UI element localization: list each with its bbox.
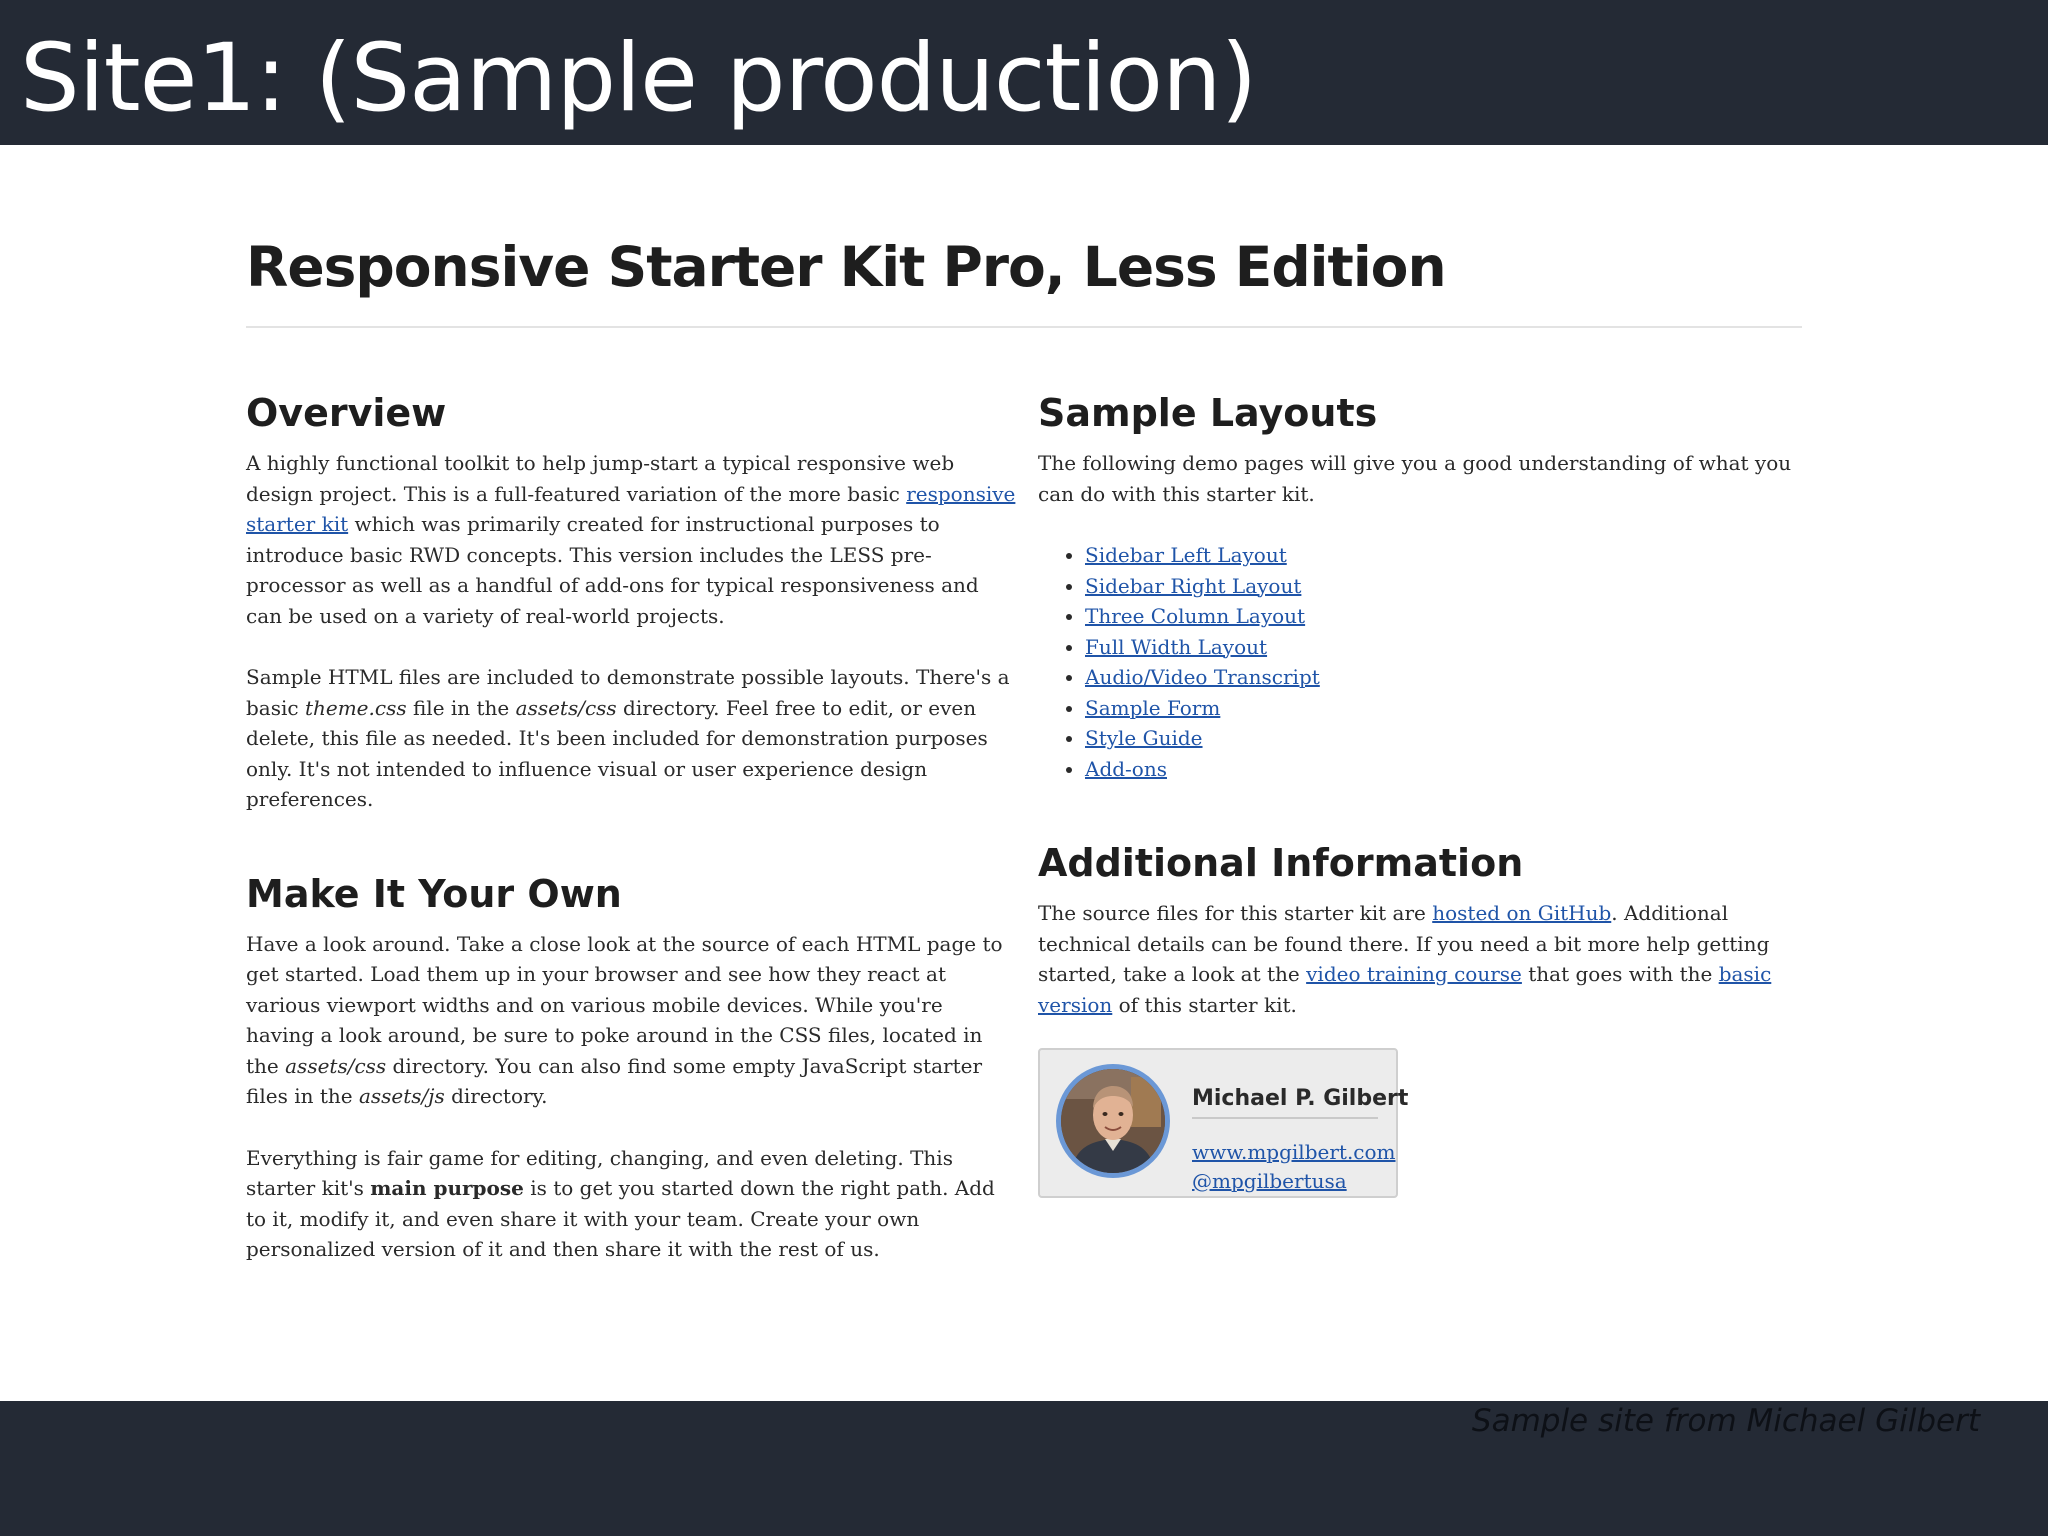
overview-text: file in the bbox=[406, 695, 516, 720]
three-column-layout-link[interactable]: Three Column Layout bbox=[1085, 604, 1305, 628]
sidebar-left-layout-link[interactable]: Sidebar Left Layout bbox=[1085, 543, 1287, 567]
additional-text: that goes with the bbox=[1521, 962, 1719, 986]
overview-text: A highly functional toolkit to help jump… bbox=[246, 451, 955, 506]
sample-form-link[interactable]: Sample Form bbox=[1085, 696, 1220, 720]
page-heading: Responsive Starter Kit Pro, Less Edition bbox=[246, 235, 1447, 299]
main-purpose-emphasis: main purpose bbox=[370, 1176, 524, 1200]
heading-divider bbox=[246, 326, 1802, 328]
overview-paragraph-1: A highly functional toolkit to help jump… bbox=[246, 448, 1016, 631]
overview-paragraph-2: Sample HTML files are included to demons… bbox=[246, 662, 1016, 815]
theme-css-filename: theme.css bbox=[304, 695, 407, 720]
author-twitter-link[interactable]: @mpgilbertusa bbox=[1192, 1167, 1347, 1195]
additional-information-title: Additional Information bbox=[1038, 841, 1524, 885]
make-own-paragraph-2: Everything is fair game for editing, cha… bbox=[246, 1143, 1016, 1265]
list-item: Audio/Video Transcript bbox=[1085, 662, 1808, 693]
list-item: Full Width Layout bbox=[1085, 632, 1808, 663]
person-photo-icon bbox=[1056, 1064, 1170, 1178]
make-it-your-own-title: Make It Your Own bbox=[246, 871, 622, 916]
author-website-link[interactable]: www.mpgilbert.com bbox=[1192, 1138, 1396, 1166]
left-column: Overview A highly functional toolkit to … bbox=[246, 385, 1016, 1265]
list-item: Add-ons bbox=[1085, 754, 1808, 785]
list-item: Sidebar Left Layout bbox=[1085, 540, 1808, 571]
make-own-text: directory. bbox=[444, 1084, 548, 1108]
assets-css-path: assets/css bbox=[515, 695, 617, 720]
audio-video-transcript-link[interactable]: Audio/Video Transcript bbox=[1085, 665, 1320, 689]
list-item: Three Column Layout bbox=[1085, 601, 1808, 632]
make-own-paragraph-1: Have a look around. Take a close look at… bbox=[246, 929, 1016, 1112]
assets-css-path: assets/css bbox=[285, 1053, 387, 1078]
overview-title: Overview bbox=[246, 391, 447, 435]
hosted-on-github-link[interactable]: hosted on GitHub bbox=[1432, 901, 1611, 925]
assets-js-path: assets/js bbox=[358, 1084, 445, 1108]
sample-layouts-title: Sample Layouts bbox=[1038, 391, 1378, 435]
author-name: Michael P. Gilbert bbox=[1192, 1084, 1408, 1119]
sample-layouts-intro: The following demo pages will give you a… bbox=[1038, 451, 1792, 506]
slide-credit: Sample site from Michael Gilbert bbox=[1471, 1403, 1980, 1439]
add-ons-link[interactable]: Add-ons bbox=[1085, 757, 1167, 781]
slide-title: Site1: (Sample production) bbox=[20, 24, 1257, 133]
right-column: Sample Layouts The following demo pages … bbox=[1038, 385, 1808, 1020]
sample-layouts-list: Sidebar Left Layout Sidebar Right Layout… bbox=[1038, 540, 1808, 784]
list-item: Style Guide bbox=[1085, 723, 1808, 754]
additional-text: of this starter kit. bbox=[1112, 992, 1297, 1017]
list-item: Sidebar Right Layout bbox=[1085, 571, 1808, 602]
additional-text: The source files for this starter kit ar… bbox=[1038, 901, 1433, 925]
video-training-course-link[interactable]: video training course bbox=[1306, 962, 1522, 986]
style-guide-link[interactable]: Style Guide bbox=[1085, 726, 1203, 750]
overview-text: which was primarily created for instruct… bbox=[246, 512, 979, 628]
full-width-layout-link[interactable]: Full Width Layout bbox=[1085, 635, 1267, 659]
sidebar-right-layout-link[interactable]: Sidebar Right Layout bbox=[1085, 574, 1301, 598]
list-item: Sample Form bbox=[1085, 693, 1808, 724]
additional-information-paragraph: The source files for this starter kit ar… bbox=[1038, 898, 1808, 1020]
author-profile-card: Michael P. Gilbert www.mpgilbert.com @mp… bbox=[1038, 1048, 1408, 1198]
